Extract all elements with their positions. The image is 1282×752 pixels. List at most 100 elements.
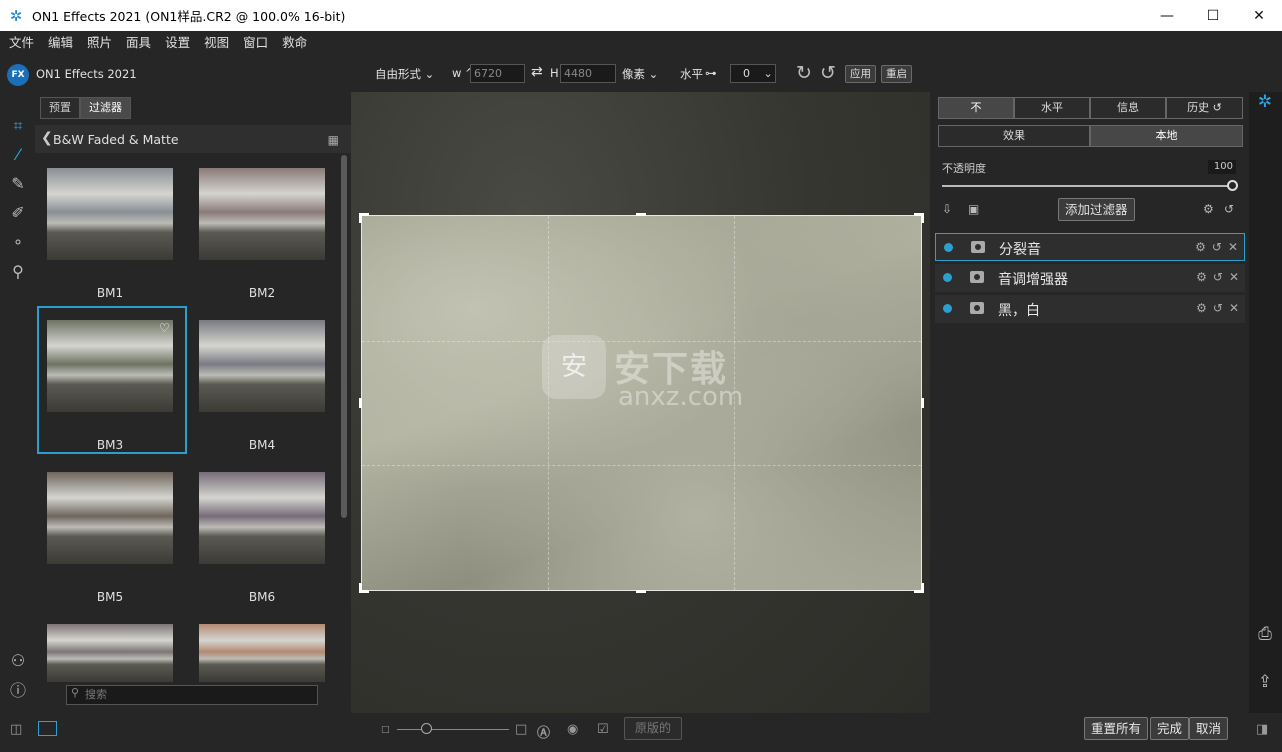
grid-view-icon[interactable]: ▦ — [328, 133, 339, 147]
tab-horizontal[interactable]: 水平 — [1014, 97, 1090, 119]
level-tool-icon[interactable]: ⊶ — [705, 66, 717, 80]
crop-handle-right[interactable] — [921, 398, 924, 408]
close-icon[interactable]: ✕ — [1229, 301, 1239, 315]
visibility-dot-icon[interactable] — [943, 304, 952, 313]
visibility-dot-icon[interactable] — [943, 273, 952, 282]
aspect-mode-dropdown[interactable]: 自由形式 ⌄ — [375, 66, 434, 82]
maximize-button[interactable]: ☐ — [1190, 0, 1236, 31]
preset-thumbnail[interactable] — [199, 624, 325, 682]
swap-dimensions-icon[interactable]: ⇄ — [531, 64, 543, 80]
share-icon[interactable]: ⇪ — [1253, 672, 1277, 692]
magic-brush-icon[interactable]: ⁄ — [7, 144, 29, 166]
help-icon[interactable]: ⓘ — [7, 680, 29, 702]
effects-module-icon[interactable]: ✲ — [1253, 92, 1277, 112]
height-input[interactable]: 4480 — [560, 64, 616, 83]
preset-thumbnail[interactable] — [47, 472, 173, 564]
crop-tool-icon[interactable]: ⌗ — [7, 115, 29, 137]
cancel-button[interactable]: 取消 — [1189, 717, 1229, 740]
rotate-left-icon[interactable]: ↻ — [796, 64, 812, 83]
gear-icon[interactable]: ⚙ — [1203, 202, 1214, 216]
compare-icon[interactable]: ☑ — [597, 722, 609, 737]
tab-none[interactable]: 不 — [938, 97, 1014, 119]
breadcrumb[interactable]: ❮ B&W Faded & Matte ▦ — [35, 125, 351, 153]
tab-info[interactable]: 信息 — [1090, 97, 1166, 119]
preset-thumbnail[interactable] — [199, 472, 325, 564]
preset-thumbnail[interactable] — [47, 168, 173, 260]
import-icon[interactable]: ⇩ — [942, 202, 952, 216]
mask-icon[interactable]: ▣ — [968, 202, 979, 216]
visibility-dot-icon[interactable] — [944, 243, 953, 252]
filter-row[interactable]: 分裂音 ⚙ ↺ ✕ — [935, 233, 1245, 261]
crop-handle-bl[interactable] — [359, 583, 362, 593]
crop-handle-br[interactable] — [921, 583, 924, 593]
menu-file[interactable]: 文件 — [2, 31, 41, 55]
refine-brush-icon[interactable]: ✐ — [7, 202, 29, 224]
heart-icon[interactable]: ♡ — [159, 321, 170, 335]
zoom-pan-icon[interactable]: ⚲ — [7, 261, 29, 283]
crop-handle-left[interactable] — [359, 398, 362, 408]
tab-presets[interactable]: 预置 — [40, 97, 80, 119]
tab-local[interactable]: 本地 — [1090, 125, 1243, 147]
crop-handle-top[interactable] — [636, 213, 646, 216]
done-button[interactable]: 完成 — [1150, 717, 1190, 740]
reset-icon[interactable]: ↺ — [1213, 301, 1223, 315]
filter-row[interactable]: 黑，白 ⚙ ↺ ✕ — [935, 295, 1245, 323]
scrollbar-thumb[interactable] — [341, 155, 347, 518]
toggle-right-panel-icon[interactable]: ◨ — [1256, 722, 1268, 737]
masking-brush-icon[interactable]: ✎ — [7, 173, 29, 195]
opacity-slider[interactable] — [942, 185, 1232, 187]
original-button[interactable]: 原版的 — [624, 717, 683, 740]
text-overlay-icon[interactable]: Ⓐ — [537, 722, 550, 741]
mask-preview-icon[interactable]: ◉ — [567, 722, 578, 737]
crop-handle-tr[interactable] — [921, 213, 924, 223]
chevron-left-icon[interactable]: ❮ — [41, 130, 53, 146]
tab-effects[interactable]: 效果 — [938, 125, 1090, 147]
filter-row[interactable]: 音调增强器 ⚙ ↺ ✕ — [935, 264, 1245, 292]
search-input[interactable]: 搜索 — [66, 685, 318, 705]
zoom-in-icon[interactable]: □ — [515, 722, 527, 737]
level-stepper[interactable]: 0 ⌄ — [730, 64, 776, 83]
close-button[interactable]: ✕ — [1236, 0, 1282, 31]
mask-icon[interactable] — [970, 271, 984, 283]
gear-icon[interactable]: ⚙ — [1195, 240, 1206, 254]
apply-button[interactable]: 应用 — [845, 65, 876, 83]
opacity-slider-knob[interactable] — [1227, 180, 1238, 191]
reset-icon[interactable]: ↺ — [1224, 202, 1234, 216]
opacity-value[interactable]: 100 — [1208, 160, 1236, 174]
zoom-slider-knob[interactable] — [421, 723, 432, 734]
image-canvas[interactable]: 安 安下载 anxz.com — [351, 92, 930, 713]
tab-filters[interactable]: 过滤器 — [80, 97, 131, 119]
menu-edit[interactable]: 编辑 — [41, 31, 80, 55]
crop-handle-tl[interactable] — [359, 213, 362, 223]
width-input[interactable]: 6720 — [470, 64, 525, 83]
reset-icon[interactable]: ↺ — [1212, 240, 1222, 254]
crop-area[interactable]: 安 安下载 anxz.com — [361, 215, 922, 591]
reset-all-button[interactable]: 重置所有 — [1084, 717, 1149, 740]
reset-icon[interactable]: ↺ — [1213, 270, 1223, 284]
menu-help[interactable]: 救命 — [275, 31, 314, 55]
close-icon[interactable]: ✕ — [1228, 240, 1238, 254]
user-icon[interactable]: ⚇ — [7, 650, 29, 672]
unit-dropdown[interactable]: 像素 ⌄ — [622, 66, 658, 82]
preset-thumbnail[interactable] — [47, 320, 173, 412]
toggle-left-panel-icon[interactable]: ◫ — [10, 722, 22, 737]
close-icon[interactable]: ✕ — [1229, 270, 1239, 284]
mask-icon[interactable] — [971, 241, 985, 253]
print-icon[interactable]: ⎙ — [1253, 624, 1277, 644]
menu-settings[interactable]: 设置 — [158, 31, 197, 55]
minimize-button[interactable]: — — [1144, 0, 1190, 31]
preset-thumbnail[interactable] — [47, 624, 173, 682]
rotate-right-icon[interactable]: ↺ — [820, 64, 836, 83]
gear-icon[interactable]: ⚙ — [1196, 270, 1207, 284]
menu-photo[interactable]: 照片 — [80, 31, 119, 55]
reset-button[interactable]: 重启 — [881, 65, 912, 83]
tab-history[interactable]: 历史 ↺ — [1166, 97, 1243, 119]
add-filter-button[interactable]: 添加过滤器 — [1058, 198, 1135, 221]
crop-handle-bottom[interactable] — [636, 590, 646, 593]
mask-icon[interactable] — [970, 302, 984, 314]
zoom-slider[interactable] — [397, 729, 509, 730]
preset-thumbnail[interactable] — [199, 320, 325, 412]
gear-icon[interactable]: ⚙ — [1196, 301, 1207, 315]
single-view-icon[interactable] — [38, 721, 57, 736]
menu-view[interactable]: 视图 — [197, 31, 236, 55]
